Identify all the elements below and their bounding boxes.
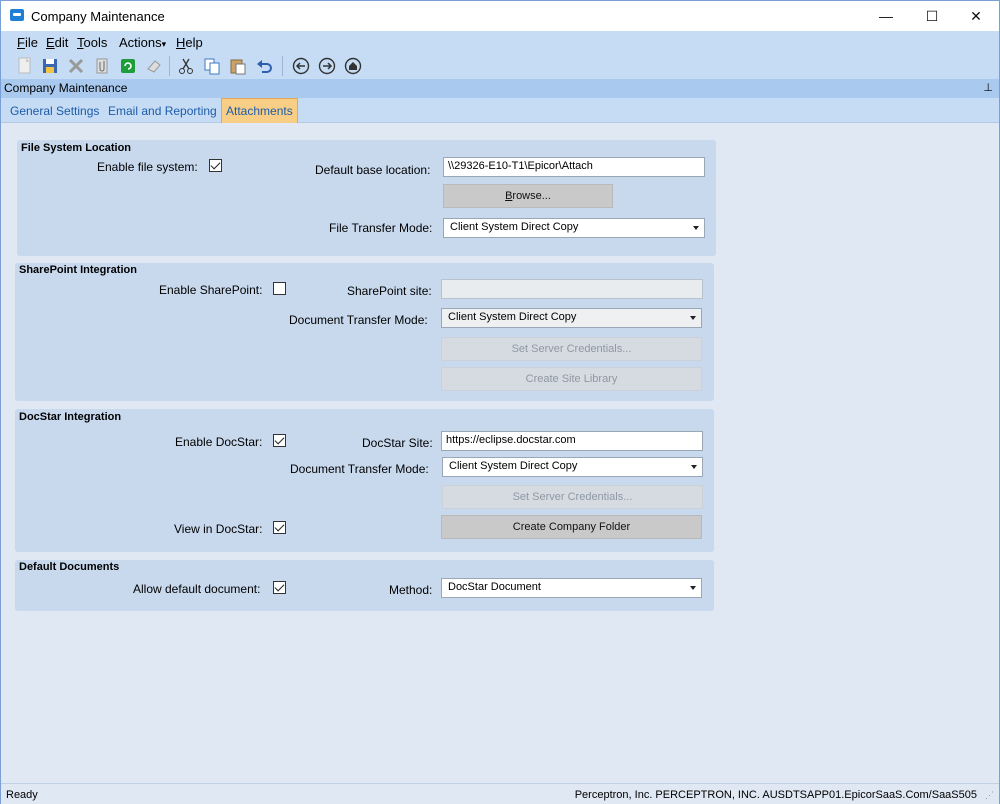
chevron-down-icon: ▾ bbox=[161, 39, 167, 49]
enable-docstar-label: Enable DocStar: bbox=[175, 435, 263, 449]
toolbar bbox=[1, 53, 999, 79]
base-location-field[interactable]: \\29326-E10-T1\Epicor\Attach bbox=[443, 157, 705, 177]
group-title: DocStar Integration bbox=[19, 411, 122, 423]
file-transfer-mode-label: File Transfer Mode: bbox=[329, 221, 433, 235]
sharepoint-group: SharePoint Integration Enable SharePoint… bbox=[15, 263, 714, 401]
toolbar-separator bbox=[282, 56, 283, 76]
chevron-down-icon bbox=[691, 465, 697, 469]
chevron-down-icon bbox=[690, 316, 696, 320]
copy-icon[interactable] bbox=[202, 56, 222, 76]
menu-bar: File Edit Tools Actions▾ Help bbox=[1, 31, 999, 53]
undo-icon[interactable] bbox=[254, 56, 274, 76]
docstar-set-server-credentials-button[interactable]: Set Server Credentials... bbox=[442, 485, 703, 509]
docstar-site-label: DocStar Site: bbox=[362, 436, 433, 450]
chevron-down-icon bbox=[690, 586, 696, 590]
paste-icon[interactable] bbox=[228, 56, 248, 76]
allow-default-document-checkbox[interactable] bbox=[273, 581, 286, 594]
group-title: Default Documents bbox=[19, 561, 120, 573]
enable-file-system-checkbox[interactable] bbox=[209, 159, 222, 172]
status-bar: Ready Perceptron, Inc. PERCEPTRON, INC. … bbox=[1, 783, 999, 804]
tab-general-settings[interactable]: General Settings bbox=[10, 104, 99, 118]
maximize-button[interactable]: ☐ bbox=[909, 1, 955, 31]
document-transfer-mode-label: Document Transfer Mode: bbox=[290, 462, 429, 476]
close-button[interactable]: ✕ bbox=[953, 1, 999, 31]
home-icon[interactable] bbox=[343, 56, 363, 76]
toolbar-separator bbox=[169, 56, 170, 76]
allow-default-document-label: Allow default document: bbox=[133, 582, 261, 596]
docstar-group: DocStar Integration Enable DocStar: DocS… bbox=[15, 409, 714, 552]
set-server-credentials-button[interactable]: Set Server Credentials... bbox=[441, 337, 702, 361]
back-icon[interactable] bbox=[291, 56, 311, 76]
enable-sharepoint-label: Enable SharePoint: bbox=[159, 283, 263, 297]
refresh-icon[interactable] bbox=[118, 56, 138, 76]
menu-actions[interactable]: Actions▾ bbox=[119, 35, 166, 50]
title-bar: Company Maintenance — ☐ ✕ bbox=[1, 1, 999, 31]
pin-icon[interactable]: ⊥ bbox=[983, 81, 993, 94]
document-transfer-mode-label: Document Transfer Mode: bbox=[289, 313, 428, 327]
forward-icon[interactable] bbox=[317, 56, 337, 76]
tab-strip: General Settings Email and Reporting Att… bbox=[1, 98, 999, 123]
panel-header: Company Maintenance ⊥ bbox=[1, 79, 999, 98]
menu-file[interactable]: File bbox=[17, 35, 38, 50]
menu-help[interactable]: Help bbox=[176, 35, 203, 50]
clear-icon[interactable] bbox=[144, 56, 164, 76]
view-in-docstar-checkbox[interactable] bbox=[273, 521, 286, 534]
menu-edit[interactable]: Edit bbox=[46, 35, 68, 50]
company-maintenance-window: Company Maintenance — ☐ ✕ File Edit Tool… bbox=[0, 0, 1000, 804]
docstar-site-field[interactable]: https://eclipse.docstar.com bbox=[441, 431, 703, 451]
tab-email-and-reporting[interactable]: Email and Reporting bbox=[108, 104, 217, 118]
attachments-content: File System Location Enable file system:… bbox=[1, 123, 999, 783]
enable-file-system-label: Enable file system: bbox=[97, 160, 198, 174]
cut-icon[interactable] bbox=[176, 56, 196, 76]
save-icon[interactable] bbox=[40, 56, 60, 76]
method-label: Method: bbox=[389, 583, 433, 597]
file-transfer-mode-select[interactable]: Client System Direct Copy bbox=[443, 218, 705, 238]
enable-sharepoint-checkbox[interactable] bbox=[273, 282, 286, 295]
status-text: Ready bbox=[6, 789, 38, 801]
minimize-button[interactable]: — bbox=[863, 1, 909, 31]
delete-icon[interactable] bbox=[66, 56, 86, 76]
group-title: File System Location bbox=[21, 142, 132, 154]
sharepoint-transfer-mode-select[interactable]: Client System Direct Copy bbox=[441, 308, 702, 328]
enable-docstar-checkbox[interactable] bbox=[273, 434, 286, 447]
browse-button[interactable]: Browse... bbox=[443, 184, 613, 208]
file-system-group: File System Location Enable file system:… bbox=[17, 140, 716, 256]
window-title: Company Maintenance bbox=[31, 9, 165, 24]
create-site-library-button[interactable]: Create Site Library bbox=[441, 367, 702, 391]
tab-attachments[interactable]: Attachments bbox=[221, 98, 298, 123]
panel-title: Company Maintenance bbox=[4, 81, 128, 95]
chevron-down-icon bbox=[693, 226, 699, 230]
method-select[interactable]: DocStar Document bbox=[441, 578, 702, 598]
sharepoint-site-field[interactable] bbox=[441, 279, 703, 299]
company-server-info: Perceptron, Inc. PERCEPTRON, INC. AUSDTS… bbox=[574, 789, 977, 801]
resize-grip-icon[interactable]: ⋰ bbox=[985, 790, 997, 802]
sharepoint-site-label: SharePoint site: bbox=[347, 284, 432, 298]
view-in-docstar-label: View in DocStar: bbox=[174, 522, 263, 536]
attachment-icon[interactable] bbox=[92, 56, 112, 76]
docstar-transfer-mode-select[interactable]: Client System Direct Copy bbox=[442, 457, 703, 477]
group-title: SharePoint Integration bbox=[19, 264, 137, 276]
menu-tools[interactable]: Tools bbox=[77, 35, 107, 50]
new-icon[interactable] bbox=[15, 56, 35, 76]
default-documents-group: Default Documents Allow default document… bbox=[15, 560, 714, 611]
app-icon bbox=[10, 9, 24, 21]
base-location-label: Default base location: bbox=[315, 163, 431, 177]
create-company-folder-button[interactable]: Create Company Folder bbox=[441, 515, 702, 539]
